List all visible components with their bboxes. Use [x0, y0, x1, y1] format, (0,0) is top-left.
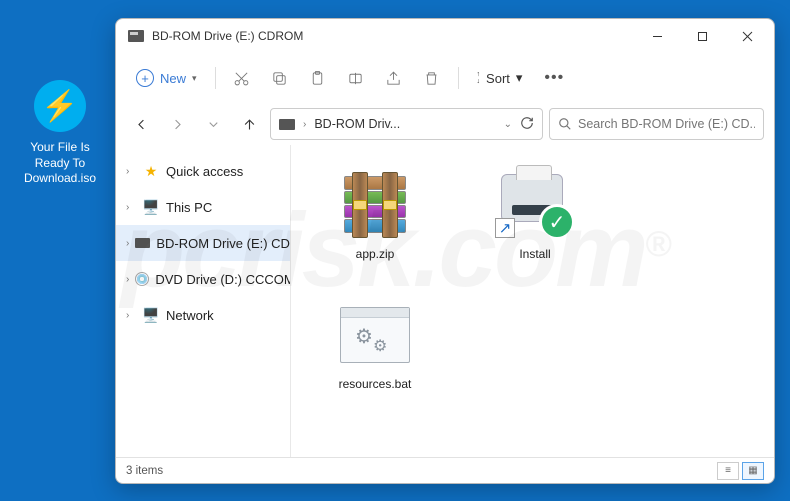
divider	[215, 67, 216, 89]
chevron-right-icon: ›	[126, 310, 136, 321]
delete-button[interactable]	[414, 70, 450, 87]
divider	[458, 67, 459, 89]
search-input[interactable]	[578, 117, 755, 131]
status-bar: 3 items ≡ ▦	[116, 457, 774, 483]
desktop-iso-file[interactable]: ⚡ Your File Is Ready To Download.iso	[15, 80, 105, 187]
sidebar-item-label: Quick access	[166, 164, 243, 179]
sidebar-item-network[interactable]: › 🖥️ Network	[116, 297, 290, 333]
shortcut-overlay-icon: ↗	[495, 218, 515, 238]
chevron-right-icon: ›	[303, 119, 306, 130]
forward-button[interactable]	[162, 109, 192, 139]
desktop-icon-label: Your File Is Ready To Download.iso	[15, 140, 105, 187]
breadcrumb[interactable]: › BD-ROM Driv... ⌄	[270, 108, 543, 140]
up-button[interactable]	[234, 109, 264, 139]
pc-icon: 🖥️	[142, 199, 160, 216]
sidebar-item-label: BD-ROM Drive (E:) CDROM	[156, 236, 291, 251]
titlebar: BD-ROM Drive (E:) CDROM	[116, 19, 774, 53]
chevron-right-icon: ›	[126, 274, 129, 285]
maximize-button[interactable]	[680, 21, 725, 51]
sidebar-item-this-pc[interactable]: › 🖥️ This PC	[116, 189, 290, 225]
file-item-bat[interactable]: ⚙⚙ resources.bat	[301, 289, 449, 419]
copy-button[interactable]	[262, 70, 298, 87]
cut-button[interactable]	[224, 70, 260, 87]
window-title: BD-ROM Drive (E:) CDROM	[152, 29, 635, 43]
sidebar-item-dvd-drive[interactable]: › DVD Drive (D:) CCCOMA_X64FRE	[116, 261, 290, 297]
recent-dropdown[interactable]	[198, 109, 228, 139]
navigation-pane: › ★ Quick access › 🖥️ This PC › BD-ROM D…	[116, 145, 291, 457]
chevron-right-icon: ›	[126, 166, 136, 177]
file-explorer-window: BD-ROM Drive (E:) CDROM + New ▾ ↑↓ Sort …	[115, 18, 775, 484]
sidebar-item-label: DVD Drive (D:) CCCOMA_X64FRE	[155, 272, 291, 287]
plus-icon: +	[136, 69, 154, 87]
share-button[interactable]	[376, 70, 412, 87]
close-button[interactable]	[725, 21, 770, 51]
rename-button[interactable]	[338, 70, 374, 87]
dvd-icon	[135, 272, 149, 286]
file-name: resources.bat	[339, 377, 412, 391]
chevron-down-icon[interactable]: ⌄	[504, 119, 512, 130]
chevron-down-icon: ▾	[192, 73, 197, 84]
refresh-button[interactable]	[520, 116, 534, 133]
drive-icon	[128, 30, 144, 42]
chevron-right-icon: ›	[126, 238, 129, 249]
batch-file-icon: ⚙⚙	[335, 299, 415, 371]
drive-icon	[279, 119, 295, 130]
search-icon	[558, 117, 572, 131]
search-box[interactable]	[549, 108, 764, 140]
sidebar-item-label: Network	[166, 308, 214, 323]
file-item-zip[interactable]: app.zip	[301, 159, 449, 289]
back-button[interactable]	[126, 109, 156, 139]
details-view-button[interactable]: ≡	[717, 462, 739, 480]
new-button[interactable]: + New ▾	[126, 60, 207, 96]
icons-view-button[interactable]: ▦	[742, 462, 764, 480]
sidebar-item-label: This PC	[166, 200, 212, 215]
minimize-button[interactable]	[635, 21, 680, 51]
chevron-right-icon: ›	[126, 202, 136, 213]
item-count: 3 items	[126, 465, 163, 477]
install-icon: ✓ ↗	[495, 169, 575, 241]
drive-icon	[135, 238, 150, 248]
star-icon: ★	[142, 163, 160, 180]
sort-label: Sort	[486, 71, 510, 86]
lightning-icon: ⚡	[34, 80, 86, 132]
sort-button[interactable]: ↑↓ Sort ▾	[467, 70, 533, 86]
navigation-row: › BD-ROM Driv... ⌄	[116, 103, 774, 145]
sort-icon: ↑↓	[477, 71, 481, 85]
more-button[interactable]: •••	[534, 69, 574, 87]
breadcrumb-text: BD-ROM Driv...	[314, 117, 495, 131]
file-list: app.zip ✓ ↗ Install ⚙⚙ reso	[291, 145, 774, 457]
network-icon: 🖥️	[142, 307, 160, 324]
toolbar: + New ▾ ↑↓ Sort ▾ •••	[116, 53, 774, 103]
file-item-install[interactable]: ✓ ↗ Install	[461, 159, 609, 289]
file-name: app.zip	[356, 247, 395, 261]
sidebar-item-quick-access[interactable]: › ★ Quick access	[116, 153, 290, 189]
chevron-down-icon: ▾	[516, 70, 523, 86]
file-name: Install	[519, 247, 550, 261]
new-label: New	[160, 71, 186, 86]
paste-button[interactable]	[300, 70, 336, 87]
zip-icon	[335, 169, 415, 241]
sidebar-item-bdrom-drive[interactable]: › BD-ROM Drive (E:) CDROM	[116, 225, 290, 261]
